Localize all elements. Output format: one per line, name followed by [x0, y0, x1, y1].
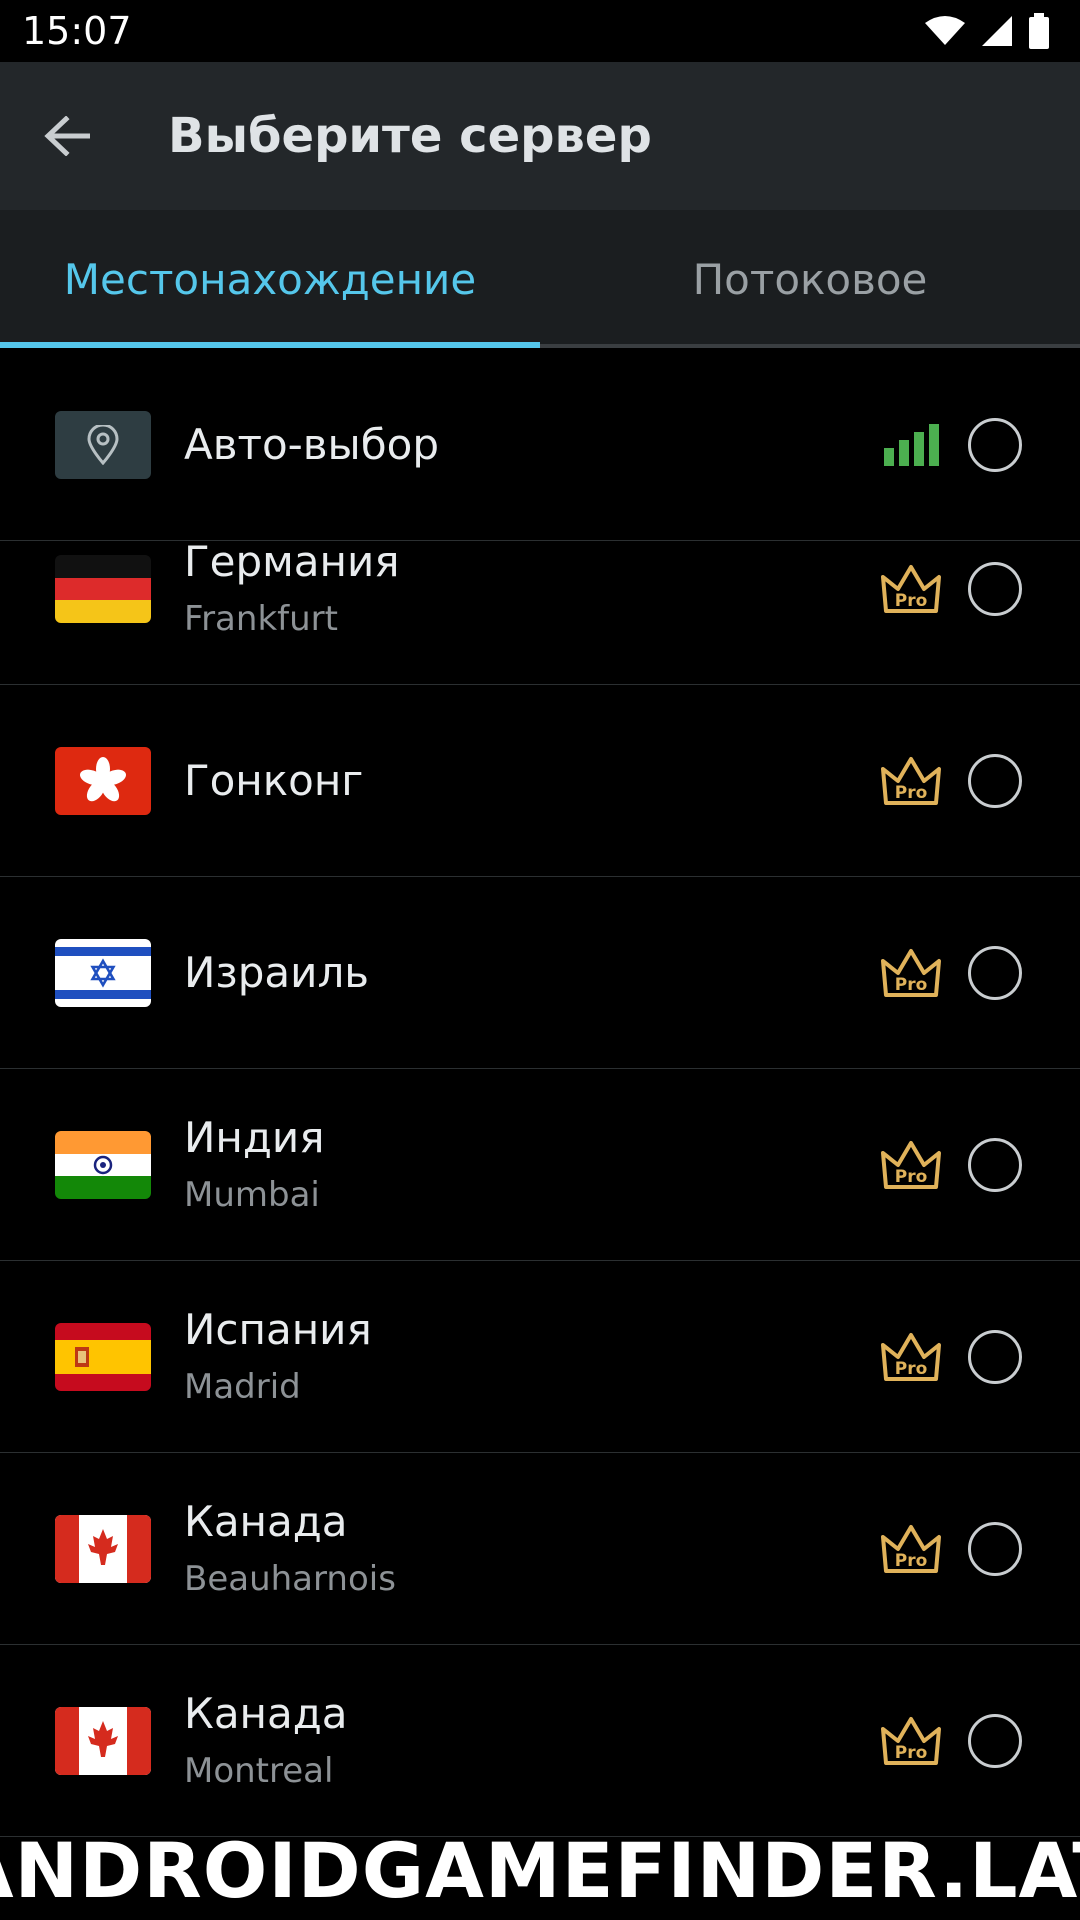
server-texts: Испания Madrid: [184, 1302, 372, 1412]
status-icons: [924, 13, 1050, 49]
server-texts: Гонконг: [184, 753, 363, 809]
pro-badge-label: Pro: [895, 975, 928, 995]
server-list-content: Германия Frankfurt Pro Гонконг Pro Израи…: [0, 541, 1080, 1837]
tab-track: [540, 344, 1080, 348]
city-name: Beauharnois: [184, 1558, 396, 1599]
server-row-hong-kong[interactable]: Гонконг Pro: [0, 685, 1080, 877]
status-time: 15:07: [22, 9, 132, 53]
server-radio[interactable]: [968, 1137, 1022, 1192]
auto-select-radio[interactable]: [968, 418, 1022, 472]
battery-icon: [1029, 13, 1049, 49]
auto-select-label: Авто-выбор: [184, 420, 439, 469]
server-texts: Канада Montreal: [184, 1686, 348, 1796]
server-row-india[interactable]: Индия Mumbai Pro: [0, 1069, 1080, 1261]
tab-location-label: Местонахождение: [63, 254, 477, 304]
server-row-spain[interactable]: Испания Madrid Pro: [0, 1261, 1080, 1453]
server-radio[interactable]: [968, 1521, 1022, 1576]
pro-crown-icon: Pro: [881, 756, 941, 805]
server-texts: Индия Mumbai: [184, 1110, 324, 1220]
tab-streaming-label: Потоковое: [692, 254, 928, 304]
location-pin-icon-box: [55, 411, 151, 479]
page-title: Выберите сервер: [168, 108, 652, 164]
pro-crown-icon: Pro: [881, 948, 941, 997]
back-button[interactable]: [22, 91, 112, 181]
pro-badge-label: Pro: [895, 1167, 928, 1187]
city-name: Mumbai: [184, 1174, 320, 1215]
country-name: Гонконг: [184, 755, 364, 805]
signal-strength-icon: [884, 424, 939, 466]
country-name: Канада: [184, 1688, 348, 1738]
server-row-germany[interactable]: Германия Frankfurt Pro: [0, 541, 1080, 685]
germany-flag: [55, 554, 151, 623]
india-flag: [55, 1130, 151, 1199]
server-radio[interactable]: [968, 753, 1022, 808]
city-name: Frankfurt: [184, 598, 338, 639]
country-name: Германия: [184, 541, 400, 586]
city-name: Madrid: [184, 1366, 301, 1407]
israel-flag: [55, 938, 151, 1007]
spain-flag: [55, 1322, 151, 1391]
server-texts: Канада Beauharnois: [184, 1494, 396, 1604]
server-texts: Германия Frankfurt: [184, 541, 400, 644]
server-row-canada-montreal[interactable]: Канада Montreal Pro: [0, 1645, 1080, 1837]
server-radio[interactable]: [968, 1713, 1022, 1768]
server-radio[interactable]: [968, 561, 1022, 616]
arrow-back-icon: [44, 116, 90, 156]
pro-crown-icon: Pro: [881, 1332, 941, 1381]
hong-kong-flag: [55, 746, 151, 815]
auto-select-texts: Авто-выбор: [184, 417, 439, 473]
watermark: ANDROIDGAMEFINDER.LAT: [0, 1825, 1080, 1915]
server-row-israel[interactable]: Израиль Pro: [0, 877, 1080, 1069]
country-name: Индия: [184, 1112, 325, 1162]
canada-flag: [55, 1514, 151, 1583]
server-list[interactable]: Германия Frankfurt Pro Гонконг Pro Израи…: [0, 541, 1080, 1920]
status-bar: 15:07: [0, 0, 1080, 62]
cell-signal-icon: [982, 16, 1012, 46]
server-texts: Израиль: [184, 945, 369, 1001]
pro-badge-label: Pro: [895, 1551, 928, 1571]
tab-streaming[interactable]: Потоковое: [540, 210, 1080, 348]
pro-badge-label: Pro: [895, 1743, 928, 1763]
location-pin-icon: [87, 425, 119, 465]
pro-crown-icon: Pro: [881, 1524, 941, 1573]
pro-badge-label: Pro: [895, 783, 928, 803]
pro-badge-label: Pro: [895, 1359, 928, 1379]
server-row-canada-beauharnois[interactable]: Канада Beauharnois Pro: [0, 1453, 1080, 1645]
app-bar: Выберите сервер: [0, 62, 1080, 210]
pro-crown-icon: Pro: [881, 1140, 941, 1189]
country-name: Испания: [184, 1304, 372, 1354]
wifi-icon: [925, 16, 965, 45]
tab-bar: Местонахождение Потоковое: [0, 210, 1080, 348]
tab-location[interactable]: Местонахождение: [0, 210, 540, 348]
canada-flag: [55, 1706, 151, 1775]
pro-crown-icon: Pro: [881, 564, 941, 613]
pro-crown-icon: Pro: [881, 1716, 941, 1765]
tab-indicator: [0, 342, 540, 348]
server-radio[interactable]: [968, 1329, 1022, 1384]
country-name: Канада: [184, 1496, 348, 1546]
auto-select-row[interactable]: Авто-выбор: [0, 350, 1080, 541]
country-name: Израиль: [184, 947, 370, 997]
pro-badge-label: Pro: [895, 591, 928, 611]
city-name: Montreal: [184, 1750, 334, 1791]
server-radio[interactable]: [968, 945, 1022, 1000]
